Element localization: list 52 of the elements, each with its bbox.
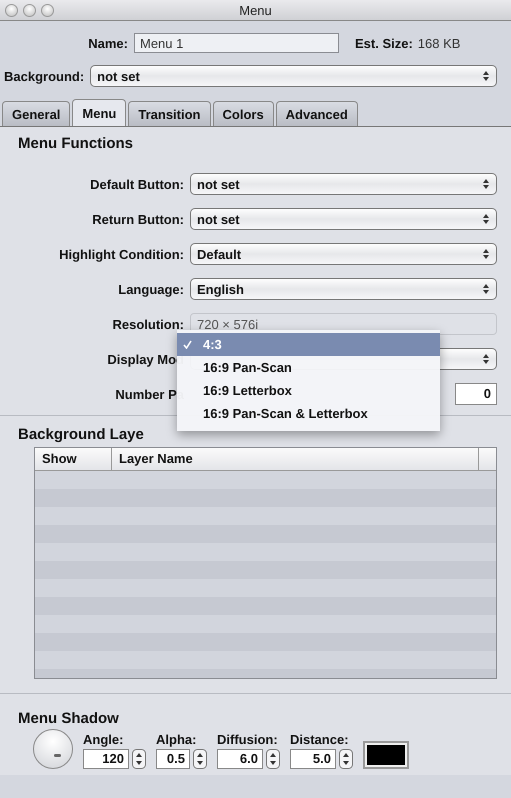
tab[interactable]: General [2, 101, 70, 126]
number-field[interactable]: 6.0 [217, 749, 263, 769]
number-field[interactable]: 120 [83, 749, 129, 769]
window-title: Menu [239, 2, 272, 18]
field-label: Resolution: [112, 316, 185, 332]
est-size-value: 168 KB [418, 36, 460, 50]
popup-button[interactable]: English [190, 278, 497, 300]
stepper-icon[interactable] [339, 749, 353, 769]
tab[interactable]: Menu [72, 99, 126, 126]
window-button[interactable] [5, 4, 18, 16]
menu-item[interactable]: 16:9 Pan-Scan & Letterbox [177, 402, 440, 425]
est-size-label: Est. Size: [355, 36, 413, 50]
tab[interactable]: Colors [212, 101, 274, 126]
section-title: Menu Functions [18, 135, 133, 152]
checkmark-icon [183, 340, 192, 349]
popup-arrows-icon [482, 213, 490, 225]
field-label: Distance: [290, 732, 350, 747]
name-field[interactable]: Menu 1 [134, 33, 339, 53]
popup-arrows-icon [482, 178, 490, 190]
popup-button[interactable]: Default [190, 243, 497, 265]
window-button[interactable] [41, 4, 54, 16]
tab[interactable]: Advanced [276, 101, 358, 126]
field-label: Return Button: [91, 212, 185, 226]
popup-arrows-icon [482, 283, 490, 295]
column-header[interactable]: Show [35, 448, 112, 470]
number-field[interactable]: 5.0 [290, 749, 336, 769]
popup-button[interactable]: not set [190, 173, 497, 195]
color-well[interactable] [363, 741, 409, 769]
section-title: Background Laye [18, 426, 144, 443]
field-label: Angle: [83, 732, 124, 747]
section-title: Menu Shadow [18, 710, 119, 727]
stepper-icon[interactable] [266, 749, 280, 769]
column-header[interactable]: Layer Name [112, 448, 479, 470]
field-label: Highlight Condition: [58, 246, 185, 262]
field-label: Diffusion: [217, 732, 279, 747]
popup-arrows-icon [482, 248, 490, 260]
stepper-icon[interactable] [193, 749, 207, 769]
offset-field[interactable]: 0 [455, 383, 497, 405]
background-label: Background: [4, 68, 86, 84]
tab[interactable]: Transition [128, 101, 210, 126]
popup-arrows-icon [482, 353, 490, 365]
field-label: Language: [117, 282, 185, 296]
name-label: Name: [87, 36, 129, 50]
background-popup[interactable]: not set [90, 65, 497, 87]
angle-knob[interactable] [33, 729, 73, 769]
number-field[interactable]: 0.5 [156, 749, 190, 769]
window-button[interactable] [23, 4, 36, 16]
popup-arrows-icon [482, 70, 490, 82]
popup-button[interactable]: not set [190, 208, 497, 230]
field-label: Alpha: [156, 732, 198, 747]
stepper-icon[interactable] [132, 749, 146, 769]
field-label: Default Button: [89, 176, 185, 192]
